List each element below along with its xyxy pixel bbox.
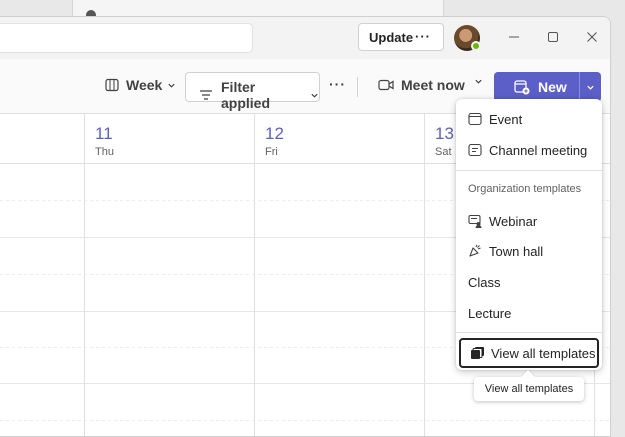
menu-item-label: Channel meeting [489,142,588,158]
chevron-down-icon [586,83,595,92]
filter-label: Filter applied [221,79,271,111]
chevron-down-icon [167,81,176,90]
minimize-icon[interactable] [506,29,522,45]
menu-item-channel-meeting[interactable]: Channel meeting [456,135,602,165]
menu-divider [456,170,602,171]
menu-item-label: Lecture [468,305,512,321]
menu-item-label: Event [489,111,523,127]
filter-icon [199,89,213,101]
new-main-button[interactable]: New [494,72,579,102]
menu-item-label: Webinar [489,213,538,229]
day-name: Thu [95,146,114,158]
day-header[interactable]: 12 Fri [254,114,424,163]
update-label: Update [369,29,414,45]
close-icon[interactable] [584,29,600,45]
templates-icon [470,346,484,360]
new-dropdown-button[interactable] [580,72,601,102]
town-hall-icon [468,244,482,258]
menu-item-event[interactable]: Event [456,104,602,134]
day-number: 13 [435,124,454,143]
calendar-icon [468,112,482,126]
presence-available-icon [471,41,481,51]
day-name: Sat [435,146,452,158]
week-view-icon [105,78,119,92]
maximize-icon[interactable] [545,29,561,45]
more-options-button[interactable]: ··· [329,76,346,92]
more-options-icon: ··· [329,76,346,92]
update-more-icon: ··· [415,29,431,44]
day-number: 12 [265,124,284,143]
channel-meeting-icon [468,143,482,157]
new-meeting-menu: Event Channel meeting Organization templ… [456,99,602,370]
menu-item-label: Town hall [489,243,544,259]
chevron-down-icon [310,91,319,100]
new-label: New [538,79,567,95]
tooltip-text: View all templates [484,383,574,395]
day-name: Fri [265,146,278,158]
toolbar-divider [357,77,358,97]
view-switcher[interactable]: Week [105,77,176,93]
new-meeting-button: New [494,72,601,102]
day-number: 11 [95,124,113,143]
title-bar: Update ··· [0,17,610,59]
menu-section-header: Organization templates [468,183,582,195]
half-hour-line [0,420,610,421]
menu-item-label: View all templates [491,345,596,361]
menu-item-class[interactable]: Class [456,267,602,297]
day-header[interactable]: 11 Thu [84,114,254,163]
background-window [72,0,444,16]
menu-item-webinar[interactable]: Webinar [456,206,602,236]
meet-now-dropdown[interactable] [474,77,483,86]
menu-item-lecture[interactable]: Lecture [456,298,602,328]
filter-button[interactable]: Filter applied [185,72,320,111]
tooltip: View all templates [474,377,584,401]
meet-now-label: Meet now [401,77,465,93]
search-input[interactable] [0,23,253,53]
view-label: Week [126,77,163,93]
video-camera-icon [378,79,394,91]
menu-item-label: Class [468,274,501,290]
webinar-icon [468,214,482,228]
calendar-add-icon [514,79,530,95]
menu-divider [456,332,602,333]
menu-item-town-hall[interactable]: Town hall [456,236,602,266]
meet-now-button[interactable]: Meet now [378,77,465,93]
chevron-down-icon [474,77,483,86]
menu-item-view-all-templates[interactable]: View all templates [459,338,599,368]
update-button[interactable]: Update ··· [358,23,444,51]
